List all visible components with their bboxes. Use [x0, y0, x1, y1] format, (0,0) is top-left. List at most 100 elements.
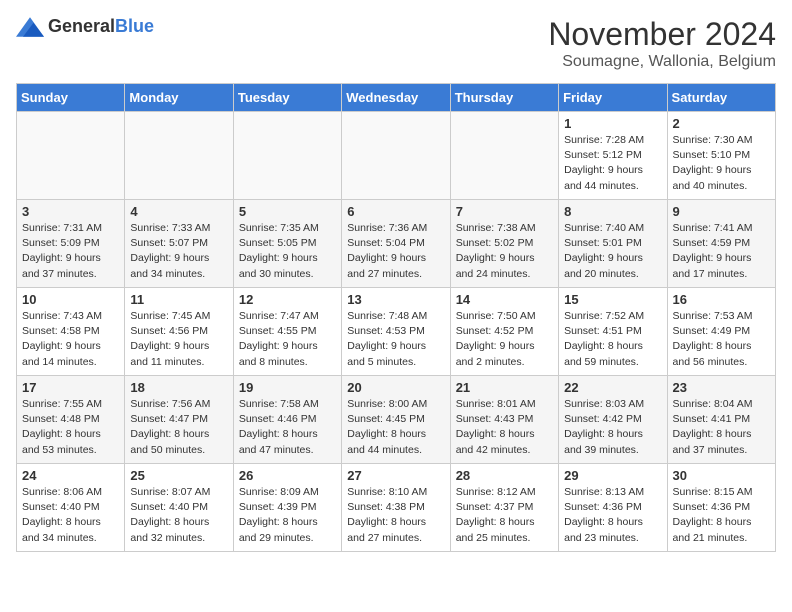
day-number: 5 [239, 204, 336, 219]
calendar-cell: 8 Sunrise: 7:40 AM Sunset: 5:01 PM Daylig… [559, 200, 667, 288]
calendar-cell: 20Sunrise: 8:00 AM Sunset: 4:45 PM Dayli… [342, 376, 450, 464]
calendar-cell: 4 Sunrise: 7:33 AM Sunset: 5:07 PM Daylig… [125, 200, 233, 288]
week-row-3: 17 Sunrise: 7:55 AM Sunset: 4:48 PM Dayli… [17, 376, 776, 464]
day-info: Sunrise: 7:35 AM Sunset: 5:05 PM Dayligh… [239, 221, 336, 282]
day-number: 18 [130, 380, 227, 395]
header-wednesday: Wednesday [342, 84, 450, 112]
calendar-cell: 24Sunrise: 8:06 AM Sunset: 4:40 PM Dayli… [17, 464, 125, 552]
day-number: 8 [564, 204, 661, 219]
day-number: 28 [456, 468, 553, 483]
day-number: 9 [673, 204, 770, 219]
calendar-cell [125, 112, 233, 200]
calendar-cell: 5 Sunrise: 7:35 AM Sunset: 5:05 PM Daylig… [233, 200, 341, 288]
day-number: 12 [239, 292, 336, 307]
calendar-cell: 27 Sunrise: 8:10 AM Sunset: 4:38 PM Dayli… [342, 464, 450, 552]
calendar-cell: 16Sunrise: 7:53 AM Sunset: 4:49 PM Dayli… [667, 288, 775, 376]
day-number: 19 [239, 380, 336, 395]
calendar-cell: 14Sunrise: 7:50 AM Sunset: 4:52 PM Dayli… [450, 288, 558, 376]
day-number: 26 [239, 468, 336, 483]
calendar-cell: 3 Sunrise: 7:31 AM Sunset: 5:09 PM Daylig… [17, 200, 125, 288]
day-info: Sunrise: 8:03 AM Sunset: 4:42 PM Dayligh… [564, 397, 661, 458]
day-info: Sunrise: 8:12 AM Sunset: 4:37 PM Dayligh… [456, 485, 553, 546]
month-title: November 2024 [548, 16, 776, 53]
week-row-0: 1 Sunrise: 7:28 AM Sunset: 5:12 PM Daylig… [17, 112, 776, 200]
day-info: Sunrise: 7:53 AM Sunset: 4:49 PM Dayligh… [673, 309, 770, 370]
day-number: 22 [564, 380, 661, 395]
day-number: 6 [347, 204, 444, 219]
day-info: Sunrise: 8:04 AM Sunset: 4:41 PM Dayligh… [673, 397, 770, 458]
day-info: Sunrise: 7:30 AM Sunset: 5:10 PM Dayligh… [673, 133, 770, 194]
week-row-1: 3 Sunrise: 7:31 AM Sunset: 5:09 PM Daylig… [17, 200, 776, 288]
day-number: 21 [456, 380, 553, 395]
day-info: Sunrise: 7:58 AM Sunset: 4:46 PM Dayligh… [239, 397, 336, 458]
calendar-cell: 29 Sunrise: 8:13 AM Sunset: 4:36 PM Dayli… [559, 464, 667, 552]
calendar-cell: 22 Sunrise: 8:03 AM Sunset: 4:42 PM Dayli… [559, 376, 667, 464]
day-info: Sunrise: 8:13 AM Sunset: 4:36 PM Dayligh… [564, 485, 661, 546]
calendar-cell: 11Sunrise: 7:45 AM Sunset: 4:56 PM Dayli… [125, 288, 233, 376]
day-info: Sunrise: 7:28 AM Sunset: 5:12 PM Dayligh… [564, 133, 661, 194]
header-saturday: Saturday [667, 84, 775, 112]
calendar-cell [450, 112, 558, 200]
day-info: Sunrise: 8:01 AM Sunset: 4:43 PM Dayligh… [456, 397, 553, 458]
day-info: Sunrise: 8:10 AM Sunset: 4:38 PM Dayligh… [347, 485, 444, 546]
logo-text-blue: Blue [115, 16, 154, 36]
day-info: Sunrise: 7:43 AM Sunset: 4:58 PM Dayligh… [22, 309, 119, 370]
week-row-4: 24Sunrise: 8:06 AM Sunset: 4:40 PM Dayli… [17, 464, 776, 552]
day-info: Sunrise: 7:31 AM Sunset: 5:09 PM Dayligh… [22, 221, 119, 282]
header-thursday: Thursday [450, 84, 558, 112]
day-number: 23 [673, 380, 770, 395]
calendar-cell: 25 Sunrise: 8:07 AM Sunset: 4:40 PM Dayli… [125, 464, 233, 552]
day-info: Sunrise: 7:45 AM Sunset: 4:56 PM Dayligh… [130, 309, 227, 370]
calendar-cell: 1 Sunrise: 7:28 AM Sunset: 5:12 PM Daylig… [559, 112, 667, 200]
day-number: 10 [22, 292, 119, 307]
day-info: Sunrise: 7:38 AM Sunset: 5:02 PM Dayligh… [456, 221, 553, 282]
day-number: 24 [22, 468, 119, 483]
calendar-cell: 18 Sunrise: 7:56 AM Sunset: 4:47 PM Dayli… [125, 376, 233, 464]
day-number: 17 [22, 380, 119, 395]
calendar-cell: 2 Sunrise: 7:30 AM Sunset: 5:10 PM Daylig… [667, 112, 775, 200]
calendar-cell: 17 Sunrise: 7:55 AM Sunset: 4:48 PM Dayli… [17, 376, 125, 464]
header-monday: Monday [125, 84, 233, 112]
calendar-cell: 9Sunrise: 7:41 AM Sunset: 4:59 PM Daylig… [667, 200, 775, 288]
day-info: Sunrise: 8:07 AM Sunset: 4:40 PM Dayligh… [130, 485, 227, 546]
logo-text-general: General [48, 16, 115, 36]
logo-icon [16, 17, 44, 37]
day-info: Sunrise: 7:36 AM Sunset: 5:04 PM Dayligh… [347, 221, 444, 282]
header-sunday: Sunday [17, 84, 125, 112]
day-info: Sunrise: 7:40 AM Sunset: 5:01 PM Dayligh… [564, 221, 661, 282]
calendar-cell: 15 Sunrise: 7:52 AM Sunset: 4:51 PM Dayli… [559, 288, 667, 376]
day-number: 30 [673, 468, 770, 483]
day-info: Sunrise: 7:52 AM Sunset: 4:51 PM Dayligh… [564, 309, 661, 370]
calendar-cell: 12Sunrise: 7:47 AM Sunset: 4:55 PM Dayli… [233, 288, 341, 376]
header: GeneralBlue November 2024 Soumagne, Wall… [16, 16, 776, 71]
title-area: November 2024 Soumagne, Wallonia, Belgiu… [548, 16, 776, 71]
day-info: Sunrise: 8:09 AM Sunset: 4:39 PM Dayligh… [239, 485, 336, 546]
calendar-cell: 7 Sunrise: 7:38 AM Sunset: 5:02 PM Daylig… [450, 200, 558, 288]
day-info: Sunrise: 8:15 AM Sunset: 4:36 PM Dayligh… [673, 485, 770, 546]
day-info: Sunrise: 7:55 AM Sunset: 4:48 PM Dayligh… [22, 397, 119, 458]
day-number: 27 [347, 468, 444, 483]
calendar-cell: 10 Sunrise: 7:43 AM Sunset: 4:58 PM Dayli… [17, 288, 125, 376]
day-number: 4 [130, 204, 227, 219]
day-info: Sunrise: 7:33 AM Sunset: 5:07 PM Dayligh… [130, 221, 227, 282]
day-number: 2 [673, 116, 770, 131]
calendar-cell [342, 112, 450, 200]
day-number: 3 [22, 204, 119, 219]
day-number: 29 [564, 468, 661, 483]
calendar-cell: 30 Sunrise: 8:15 AM Sunset: 4:36 PM Dayli… [667, 464, 775, 552]
day-number: 15 [564, 292, 661, 307]
day-number: 25 [130, 468, 227, 483]
calendar-cell: 6 Sunrise: 7:36 AM Sunset: 5:04 PM Daylig… [342, 200, 450, 288]
logo: GeneralBlue [16, 16, 154, 37]
day-number: 14 [456, 292, 553, 307]
calendar-cell: 23 Sunrise: 8:04 AM Sunset: 4:41 PM Dayli… [667, 376, 775, 464]
header-friday: Friday [559, 84, 667, 112]
calendar-cell: 19 Sunrise: 7:58 AM Sunset: 4:46 PM Dayli… [233, 376, 341, 464]
calendar-table: SundayMondayTuesdayWednesdayThursdayFrid… [16, 83, 776, 552]
calendar-cell: 28 Sunrise: 8:12 AM Sunset: 4:37 PM Dayli… [450, 464, 558, 552]
day-number: 7 [456, 204, 553, 219]
day-info: Sunrise: 7:56 AM Sunset: 4:47 PM Dayligh… [130, 397, 227, 458]
day-info: Sunrise: 7:48 AM Sunset: 4:53 PM Dayligh… [347, 309, 444, 370]
day-number: 1 [564, 116, 661, 131]
week-row-2: 10 Sunrise: 7:43 AM Sunset: 4:58 PM Dayli… [17, 288, 776, 376]
